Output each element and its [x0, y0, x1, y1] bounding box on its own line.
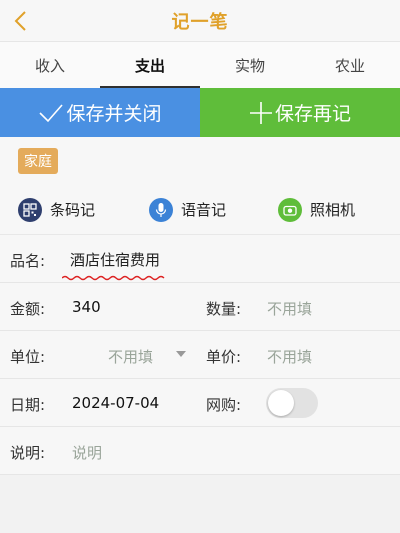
tab-goods[interactable]: 实物 — [200, 42, 300, 88]
tab-bar: 收入 支出 实物 农业 — [0, 42, 400, 88]
online-shopping-toggle[interactable] — [266, 388, 318, 418]
amount-row: 金额: 340 数量: 不用填 — [0, 283, 400, 331]
quick-actions: 条码记 语音记 照相机 — [0, 185, 400, 235]
date-field[interactable]: 2024-07-04 — [72, 394, 159, 412]
name-row: 品名: 酒店住宿费用 — [0, 235, 400, 283]
name-field[interactable]: 酒店住宿费用 — [70, 249, 160, 270]
barcode-icon — [18, 197, 42, 222]
unit-label: 单位: — [10, 348, 46, 366]
save-actions: 保存并关闭 保存再记 — [0, 88, 400, 137]
note-field[interactable]: 说明 — [72, 442, 102, 463]
camera-icon — [278, 197, 302, 222]
online-shopping-label: 网购: — [206, 396, 242, 414]
chevron-left-icon — [14, 11, 26, 31]
unit-row: 单位: 不用填 单价: 不用填 — [0, 331, 400, 379]
barcode-label: 条码记 — [50, 201, 96, 219]
category-tag[interactable]: 家庭 — [18, 148, 58, 174]
voice-label: 语音记 — [181, 201, 227, 219]
save-and-new-label: 保存再记 — [274, 103, 351, 125]
save-and-close-label: 保存并关闭 — [66, 103, 162, 125]
quantity-field[interactable]: 不用填 — [267, 298, 312, 319]
empty-area — [0, 477, 400, 533]
price-field[interactable]: 不用填 — [267, 346, 312, 367]
unit-select[interactable]: 不用填 — [108, 346, 153, 367]
amount-field[interactable]: 340 — [72, 298, 101, 316]
save-and-new-button[interactable]: 保存再记 — [200, 88, 400, 137]
price-label: 单价: — [206, 348, 242, 366]
dropdown-arrow-icon[interactable] — [176, 351, 186, 357]
spellcheck-underline — [62, 275, 165, 281]
note-label: 说明: — [10, 444, 46, 462]
toggle-knob — [268, 390, 294, 416]
tab-agriculture[interactable]: 农业 — [300, 42, 400, 88]
expense-form: 品名: 酒店住宿费用 金额: 340 数量: 不用填 单位: 不用填 单价: 不… — [0, 235, 400, 475]
camera-button[interactable]: 照相机 — [278, 197, 356, 222]
note-row: 说明: 说明 — [0, 427, 400, 475]
save-and-close-button[interactable]: 保存并关闭 — [0, 88, 200, 137]
category-section: 家庭 — [0, 137, 400, 185]
date-label: 日期: — [10, 396, 46, 414]
app-header: 记一笔 — [0, 0, 400, 42]
camera-label: 照相机 — [310, 201, 356, 219]
page-title: 记一笔 — [171, 11, 229, 33]
voice-button[interactable]: 语音记 — [149, 197, 227, 222]
check-icon — [39, 103, 64, 122]
name-label: 品名: — [10, 252, 46, 270]
tab-expense[interactable]: 支出 — [100, 42, 200, 88]
quantity-label: 数量: — [206, 300, 242, 318]
plus-icon — [249, 101, 272, 124]
back-button[interactable] — [6, 6, 36, 36]
date-row: 日期: 2024-07-04 网购: — [0, 379, 400, 427]
barcode-button[interactable]: 条码记 — [18, 197, 96, 222]
microphone-icon — [149, 197, 173, 222]
tab-income[interactable]: 收入 — [0, 42, 100, 88]
amount-label: 金额: — [10, 300, 46, 318]
